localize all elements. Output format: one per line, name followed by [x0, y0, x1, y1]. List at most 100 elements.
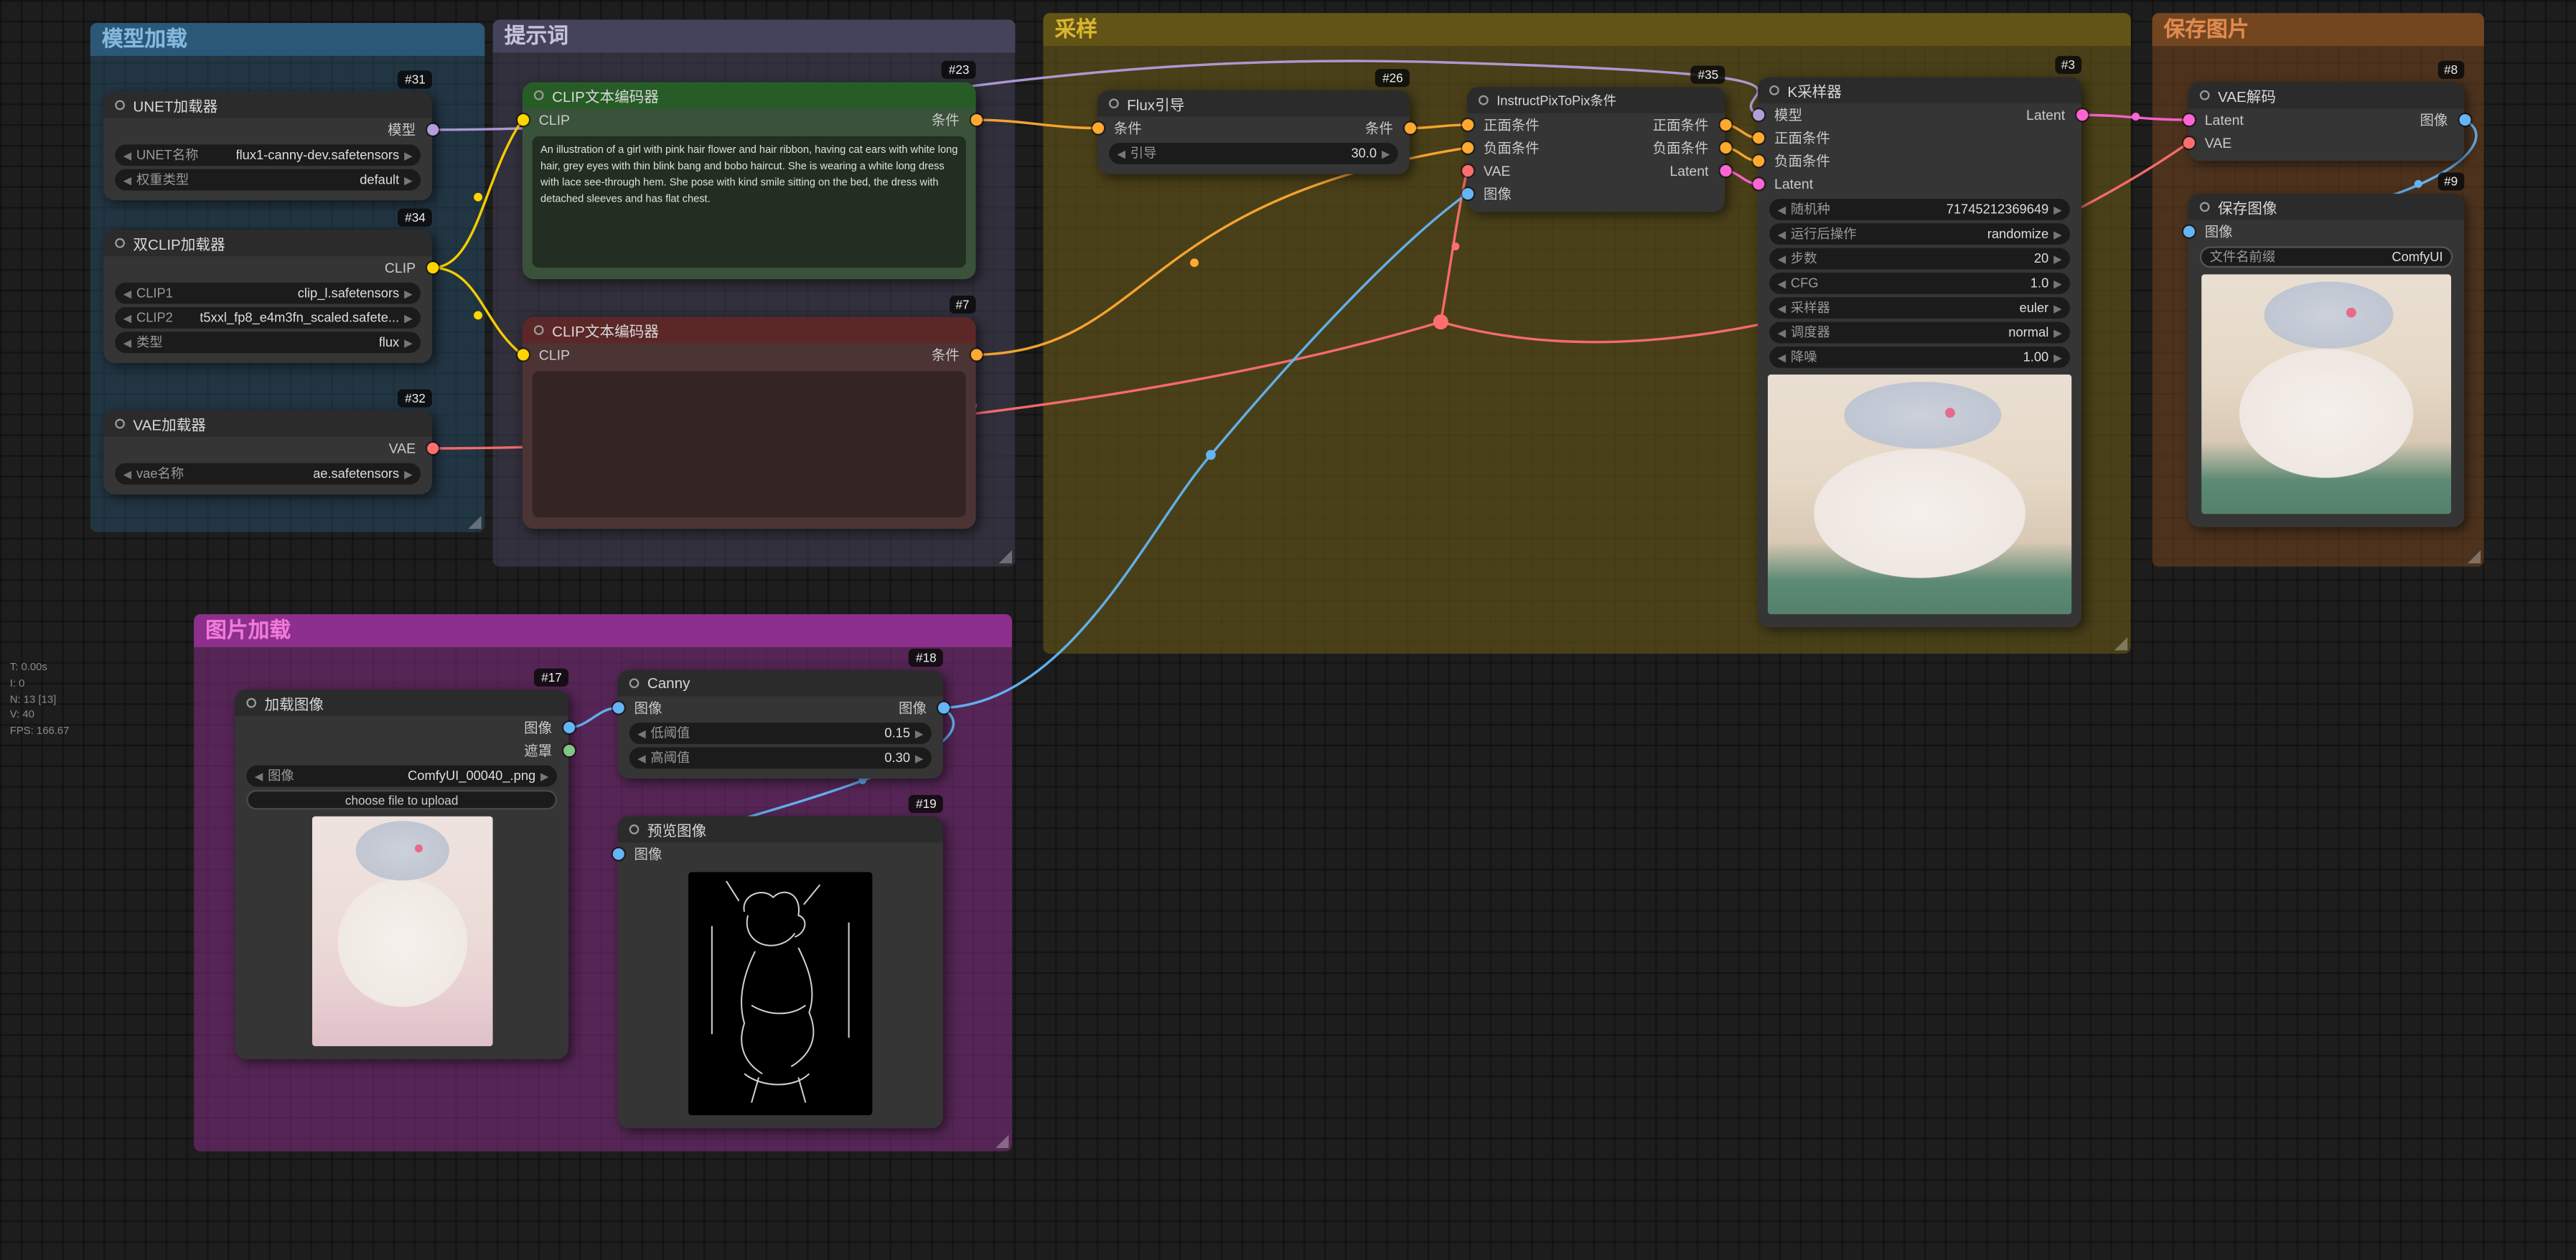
image-input-slot[interactable] — [1461, 188, 1473, 199]
collapse-toggle-icon[interactable] — [246, 698, 256, 708]
node-vae-loader[interactable]: #32 VAE加载器 VAE ◀ vae名称 ae.safetensors ▶ — [103, 410, 432, 494]
node-dual-clip-loader[interactable]: #34 双CLIP加载器 CLIP ◀ CLIP1 clip_l.safeten… — [103, 230, 432, 362]
model-input-slot[interactable] — [1752, 109, 1764, 121]
stepper-right-icon[interactable]: ▶ — [915, 751, 923, 764]
clip-input-slot[interactable] — [517, 349, 528, 360]
stepper-right-icon[interactable]: ▶ — [2053, 277, 2061, 290]
group-title[interactable]: 提示词 — [493, 19, 1016, 52]
stepper-left-icon[interactable]: ◀ — [1778, 227, 1786, 240]
stepper-left-icon[interactable]: ◀ — [1778, 326, 1786, 339]
conditioning-input-slot[interactable] — [1092, 123, 1103, 134]
widget-filename-prefix[interactable]: 文件名前缀 ComfyUI — [2200, 246, 2453, 268]
collapse-toggle-icon[interactable] — [1479, 95, 1489, 105]
image-input-slot[interactable] — [612, 702, 624, 714]
widget-weight-dtype[interactable]: ◀ 权重类型 default ▶ — [115, 169, 421, 191]
stepper-right-icon[interactable]: ▶ — [2053, 227, 2061, 240]
node-header[interactable]: VAE解码 — [2188, 82, 2465, 108]
collapse-toggle-icon[interactable] — [115, 419, 125, 429]
clip-input-slot[interactable] — [517, 114, 528, 126]
image-output-slot[interactable] — [2458, 114, 2470, 126]
widget-scheduler[interactable]: ◀ 调度器 normal ▶ — [1769, 322, 2070, 344]
latent-output-slot[interactable] — [2076, 109, 2087, 121]
collapse-toggle-icon[interactable] — [2200, 90, 2210, 100]
prompt-textarea[interactable] — [533, 371, 966, 517]
image-output-slot[interactable] — [937, 702, 949, 714]
collapse-toggle-icon[interactable] — [629, 678, 640, 688]
collapse-toggle-icon[interactable] — [534, 90, 544, 100]
stepper-left-icon[interactable]: ◀ — [1778, 351, 1786, 364]
collapse-toggle-icon[interactable] — [115, 100, 125, 111]
node-unet-loader[interactable]: #31 UNET加载器 模型 ◀ UNET名称 flux1-canny-dev.… — [103, 92, 432, 200]
latent-input-slot[interactable] — [1752, 178, 1764, 189]
latent-input-slot[interactable] — [2183, 114, 2194, 126]
choose-file-button[interactable]: choose file to upload — [246, 790, 557, 809]
widget-clip2[interactable]: ◀ CLIP2 t5xxl_fp8_e4m3fn_scaled.safete..… — [115, 307, 421, 329]
image-output-slot[interactable] — [563, 722, 574, 733]
positive-conditioning-input-slot[interactable] — [1752, 132, 1764, 144]
node-header[interactable]: K采样器 — [1758, 77, 2081, 104]
image-input-slot[interactable] — [612, 848, 624, 860]
vae-input-slot[interactable] — [1461, 165, 1473, 177]
node-flux-guidance[interactable]: #26 Flux引导 条件 条件 ◀ 引导 30.0 ▶ — [1097, 90, 1410, 174]
node-header[interactable]: 加载图像 — [235, 690, 568, 716]
node-clip-text-encode-negative[interactable]: #7 CLIP文本编码器 CLIP 条件 — [523, 317, 976, 529]
stepper-right-icon[interactable]: ▶ — [404, 286, 412, 299]
widget-control-after-generate[interactable]: ◀ 运行后操作 randomize ▶ — [1769, 223, 2070, 245]
conditioning-output-slot[interactable] — [970, 114, 982, 126]
stepper-left-icon[interactable]: ◀ — [123, 286, 131, 299]
stepper-left-icon[interactable]: ◀ — [1117, 147, 1125, 160]
node-header[interactable]: 双CLIP加载器 — [103, 230, 432, 256]
vae-input-slot[interactable] — [2183, 137, 2194, 149]
node-ksampler[interactable]: #3 K采样器 模型 Latent 正面条件 负面条件 Latent ◀ 随机种… — [1758, 77, 2081, 628]
widget-guidance[interactable]: ◀ 引导 30.0 ▶ — [1109, 143, 1398, 164]
stepper-left-icon[interactable]: ◀ — [123, 149, 131, 161]
group-title[interactable]: 采样 — [1043, 13, 2130, 46]
conditioning-output-slot[interactable] — [1404, 123, 1415, 134]
widget-steps[interactable]: ◀ 步数 20 ▶ — [1769, 248, 2070, 270]
comfyui-canvas[interactable]: 模型加载 提示词 采样 保存图片 图片加载 — [0, 0, 2576, 1260]
stepper-right-icon[interactable]: ▶ — [2053, 203, 2061, 216]
prompt-textarea[interactable]: An illustration of a girl with pink hair… — [533, 136, 966, 268]
stepper-right-icon[interactable]: ▶ — [2053, 326, 2061, 339]
widget-low-threshold[interactable]: ◀ 低阈值 0.15 ▶ — [629, 723, 932, 744]
stepper-left-icon[interactable]: ◀ — [123, 173, 131, 186]
collapse-toggle-icon[interactable] — [629, 824, 640, 834]
node-vae-decode[interactable]: #8 VAE解码 Latent 图像 VAE — [2188, 82, 2465, 161]
collapse-toggle-icon[interactable] — [2200, 202, 2210, 212]
stepper-left-icon[interactable]: ◀ — [123, 311, 131, 324]
image-input-slot[interactable] — [2183, 226, 2194, 238]
group-title[interactable]: 图片加载 — [194, 614, 1012, 647]
mask-output-slot[interactable] — [563, 745, 574, 756]
vae-output-slot[interactable] — [426, 443, 438, 454]
stepper-left-icon[interactable]: ◀ — [1778, 277, 1786, 290]
group-title[interactable]: 模型加载 — [90, 23, 484, 56]
stepper-right-icon[interactable]: ▶ — [540, 769, 548, 782]
stepper-left-icon[interactable]: ◀ — [1778, 203, 1786, 216]
model-output-slot[interactable] — [426, 124, 438, 136]
widget-high-threshold[interactable]: ◀ 高阈值 0.30 ▶ — [629, 747, 932, 768]
widget-unet-name[interactable]: ◀ UNET名称 flux1-canny-dev.safetensors ▶ — [115, 144, 421, 166]
negative-conditioning-output-slot[interactable] — [1719, 142, 1730, 154]
widget-seed[interactable]: ◀ 随机种 71745212369649 ▶ — [1769, 199, 2070, 220]
stepper-left-icon[interactable]: ◀ — [1778, 301, 1786, 314]
node-header[interactable]: Canny — [618, 670, 943, 697]
node-load-image[interactable]: #17 加载图像 图像 遮罩 ◀ 图像 ComfyUI_00040_.png ▶… — [235, 690, 568, 1059]
conditioning-output-slot[interactable] — [970, 349, 982, 360]
node-header[interactable]: InstructPixToPix条件 — [1467, 87, 1725, 113]
node-header[interactable]: 预览图像 — [618, 817, 943, 843]
node-header[interactable]: 保存图像 — [2188, 194, 2465, 220]
widget-denoise[interactable]: ◀ 降噪 1.00 ▶ — [1769, 347, 2070, 368]
node-canny[interactable]: #18 Canny 图像 图像 ◀ 低阈值 0.15 ▶ ◀ 高阈值 0.30 … — [618, 670, 943, 779]
node-preview-image[interactable]: #19 预览图像 图像 — [618, 817, 943, 1129]
latent-output-slot[interactable] — [1719, 165, 1730, 177]
stepper-right-icon[interactable]: ▶ — [404, 173, 412, 186]
stepper-right-icon[interactable]: ▶ — [404, 336, 412, 349]
stepper-right-icon[interactable]: ▶ — [404, 149, 412, 161]
node-header[interactable]: Flux引导 — [1097, 90, 1410, 117]
node-header[interactable]: CLIP文本编码器 — [523, 82, 976, 108]
stepper-left-icon[interactable]: ◀ — [123, 467, 131, 480]
node-header[interactable]: VAE加载器 — [103, 410, 432, 437]
positive-conditioning-input-slot[interactable] — [1461, 119, 1473, 131]
node-header[interactable]: CLIP文本编码器 — [523, 317, 976, 344]
widget-clip-type[interactable]: ◀ 类型 flux ▶ — [115, 332, 421, 353]
